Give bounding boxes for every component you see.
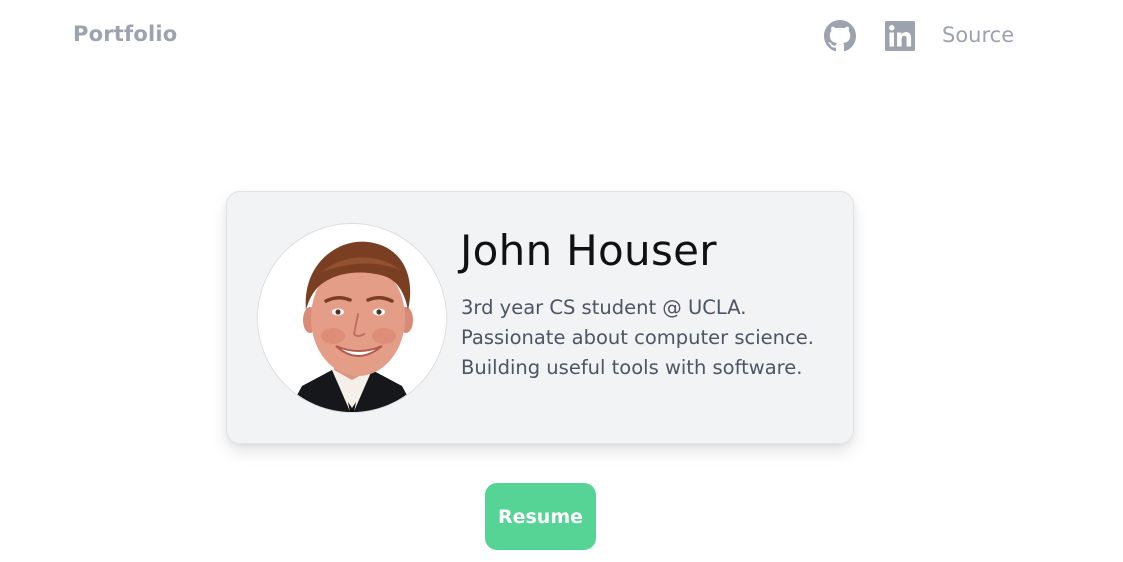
top-nav: Portfolio Source [0, 0, 1123, 72]
profile-card: John Houser 3rd year CS student @ UCLA. … [226, 191, 854, 444]
source-link[interactable]: Source [942, 23, 1014, 47]
linkedin-icon [885, 21, 915, 51]
github-icon [824, 20, 856, 52]
brand-link[interactable]: Portfolio [73, 22, 177, 46]
linkedin-link[interactable] [885, 21, 915, 51]
github-link[interactable] [824, 20, 856, 52]
bio-line: Passionate about computer science. [461, 326, 814, 349]
profile-name: John Houser [460, 226, 717, 275]
bio-line: Building useful tools with software. [461, 356, 803, 379]
profile-photo [258, 224, 446, 412]
profile-bio: 3rd year CS student @ UCLA. Passionate a… [461, 293, 814, 383]
resume-button[interactable]: Resume [485, 483, 596, 550]
avatar [257, 223, 447, 413]
bio-line: 3rd year CS student @ UCLA. [461, 296, 747, 319]
